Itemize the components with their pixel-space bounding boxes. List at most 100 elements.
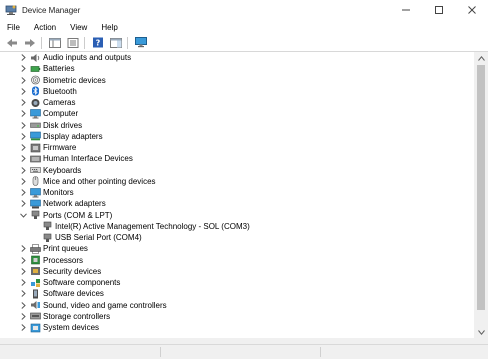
help-button[interactable]: ? [89,36,106,50]
tree-item-label: Sound, video and game controllers [43,300,167,310]
chevron-right-icon[interactable] [19,153,27,164]
tree-category-item[interactable]: Processors [0,255,474,266]
chevron-right-icon[interactable] [19,75,27,86]
port-icon [30,210,41,220]
menu-action[interactable]: Action [27,23,63,32]
chevron-right-icon[interactable] [19,176,27,187]
back-button[interactable] [3,36,20,50]
tree-category-item[interactable]: Disk drives [0,120,474,131]
tree-category-item[interactable]: Keyboards [0,165,474,176]
menu-bar: File Action View Help [0,20,488,34]
tree-item-label: Storage controllers [43,311,111,321]
bluetooth-icon [30,86,41,96]
security-icon [30,266,41,276]
chevron-right-icon[interactable] [19,198,27,209]
scroll-up-button[interactable] [474,52,488,64]
tree-item-label: Software devices [43,289,104,299]
port-icon [42,233,53,243]
tree-category-item[interactable]: Firmware [0,142,474,153]
minimize-button[interactable] [389,0,422,20]
chevron-right-icon[interactable] [19,97,27,108]
tree-category-item[interactable]: Storage controllers [0,311,474,322]
chevron-right-icon[interactable] [19,311,27,322]
tree-item-label: Human Interface Devices [43,154,133,164]
tree-item-label: Processors [43,255,84,265]
scroll-down-button[interactable] [474,326,488,338]
device-tree[interactable]: Audio inputs and outputs Batteries Biometr… [0,52,474,338]
chevron-right-icon[interactable] [19,86,27,97]
tree-item-label: Keyboards [43,165,82,175]
toolbar-separator [127,36,128,49]
chevron-down-icon[interactable] [19,210,27,221]
tree-category-item[interactable]: Network adapters [0,198,474,209]
tree-category-item[interactable]: Ports (COM & LPT) [0,210,474,221]
chevron-right-icon[interactable] [19,131,27,142]
tree-item-label: Biometric devices [43,75,106,85]
tree-item-label: Audio inputs and outputs [43,53,132,62]
chevron-right-icon[interactable] [19,52,27,63]
tree-item-label: Print queues [43,244,88,254]
tree-category-item[interactable]: Audio inputs and outputs [0,52,474,63]
toolbar: ? [0,34,488,52]
chevron-up-icon [477,55,485,61]
chevron-right-icon[interactable] [19,300,27,311]
chevron-right-icon[interactable] [19,165,27,176]
menu-help[interactable]: Help [94,23,124,32]
help-icon: ? [92,37,103,48]
menu-file[interactable]: File [0,23,27,32]
chevron-right-icon[interactable] [19,187,27,198]
maximize-icon [434,6,443,14]
tree-category-item[interactable]: Mice and other pointing devices [0,176,474,187]
chevron-right-icon[interactable] [19,108,27,119]
properties-button[interactable] [64,36,81,50]
tree-category-item[interactable]: Software devices [0,288,474,299]
tree-category-item[interactable]: Biometric devices [0,75,474,86]
tree-category-item[interactable]: Bluetooth [0,86,474,97]
computer-icon [30,108,41,119]
title-bar[interactable]: Device Manager [0,0,488,20]
chevron-right-icon[interactable] [19,142,27,153]
tree-child-item[interactable]: USB Serial Port (COM4) [0,232,474,243]
monitor-button[interactable] [132,36,149,50]
scrollbar-thumb[interactable] [477,65,485,310]
tree-category-item[interactable]: Display adapters [0,131,474,142]
tree-category-item[interactable]: System devices [0,322,474,333]
tree-category-item[interactable]: Monitors [0,187,474,198]
chevron-right-icon[interactable] [19,63,27,74]
tree-category-item[interactable]: Computer [0,108,474,119]
sound-icon [30,300,41,310]
chevron-right-icon[interactable] [19,243,27,254]
tree-item-label: Network adapters [43,199,106,209]
processor-icon [30,255,41,265]
tree-category-item[interactable]: Software components [0,277,474,288]
chevron-down-icon [477,329,485,335]
tree-category-item[interactable]: Human Interface Devices [0,153,474,164]
maximize-button[interactable] [422,0,455,20]
menu-view[interactable]: View [63,23,94,32]
chevron-right-icon[interactable] [19,322,27,333]
forward-button[interactable] [21,36,38,50]
chevron-right-icon[interactable] [19,266,27,277]
action-pane-icon [109,37,122,48]
vertical-scrollbar[interactable] [474,52,488,338]
chevron-right-icon[interactable] [19,255,27,266]
chevron-right-icon[interactable] [19,277,27,288]
tree-item-label: Software components [43,278,121,287]
chevron-right-icon[interactable] [19,288,27,299]
tree-item-label: Cameras [43,98,76,107]
tree-item-label: Monitors [43,188,74,197]
tree-category-item[interactable]: Cameras [0,97,474,108]
tree-category-item[interactable]: Print queues [0,243,474,254]
show-hide-console-tree-button[interactable] [46,36,63,50]
action-pane-button[interactable] [107,36,124,50]
tree-category-item[interactable]: Security devices [0,266,474,277]
close-button[interactable] [455,0,488,20]
tree-child-item[interactable]: Intel(R) Active Management Technology - … [0,221,474,232]
monitor-icon [30,187,41,198]
tree-item-label: Batteries [43,64,75,74]
tree-item-label: Disk drives [43,120,83,130]
tree-category-item[interactable]: Batteries [0,63,474,74]
tree-category-item[interactable]: Sound, video and game controllers [0,300,474,311]
chevron-right-icon[interactable] [19,120,27,131]
forward-icon [24,38,35,47]
